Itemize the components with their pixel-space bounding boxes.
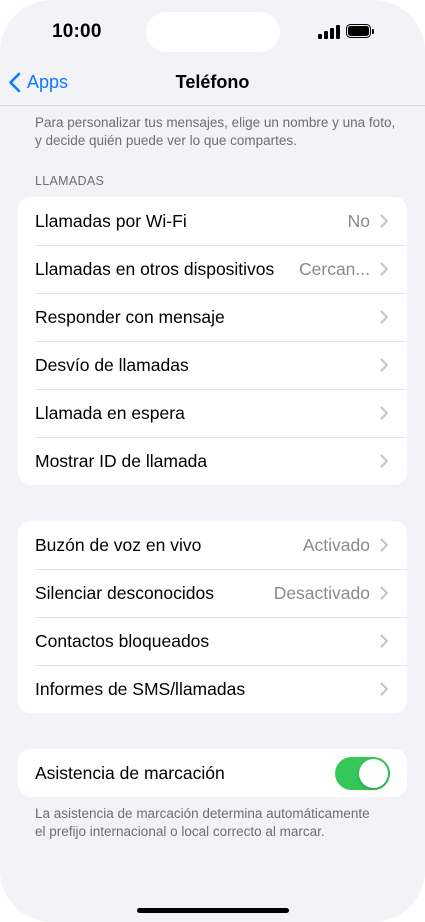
cellular-signal-icon — [318, 25, 340, 39]
row-blocked-contacts[interactable]: Contactos bloqueados — [18, 617, 407, 665]
row-live-voicemail[interactable]: Buzón de voz en vivo Activado — [18, 521, 407, 569]
dynamic-island — [146, 12, 280, 52]
battery-icon — [346, 24, 376, 40]
row-value: Desactivado — [273, 583, 370, 603]
row-label: Responder con mensaje — [35, 307, 225, 327]
row-sms-call-reports[interactable]: Informes de SMS/llamadas — [18, 665, 407, 713]
dial-assist-group: Asistencia de marcación — [18, 749, 407, 797]
row-call-waiting[interactable]: Llamada en espera — [18, 389, 407, 437]
navigation-bar: Apps Teléfono — [0, 62, 425, 106]
row-silence-unknown[interactable]: Silenciar desconocidos Desactivado — [18, 569, 407, 617]
voicemail-settings-group: Buzón de voz en vivo Activado Silenciar … — [18, 521, 407, 713]
row-label: Silenciar desconocidos — [35, 583, 214, 603]
row-label: Llamadas en otros dispositivos — [35, 259, 275, 279]
intro-description: Para personalizar tus mensajes, elige un… — [35, 115, 396, 148]
row-label: Asistencia de marcación — [35, 763, 225, 783]
chevron-right-icon — [380, 406, 388, 420]
row-label: Buzón de voz en vivo — [35, 535, 202, 555]
status-time: 10:00 — [52, 21, 102, 42]
row-wifi-calling[interactable]: Llamadas por Wi-Fi No — [18, 197, 407, 245]
row-call-forwarding[interactable]: Desvío de llamadas — [18, 341, 407, 389]
row-label: Llamada en espera — [35, 403, 185, 423]
chevron-right-icon — [380, 310, 388, 324]
row-label: Mostrar ID de llamada — [35, 451, 208, 471]
row-label: Contactos bloqueados — [35, 631, 210, 651]
row-value: No — [347, 211, 370, 231]
row-value: Activado — [302, 535, 370, 555]
row-label: Desvío de llamadas — [35, 355, 189, 375]
row-value: Cercan... — [299, 259, 370, 279]
home-indicator[interactable] — [137, 908, 289, 913]
calls-settings-group: Llamadas por Wi-Fi No Llamadas en otros … — [18, 197, 407, 485]
status-bar: 10:00 — [0, 0, 425, 62]
toggle-knob — [359, 759, 388, 788]
row-calls-other-devices[interactable]: Llamadas en otros dispositivos Cercan... — [18, 245, 407, 293]
chevron-right-icon — [380, 586, 388, 600]
row-respond-with-message[interactable]: Responder con mensaje — [18, 293, 407, 341]
row-label: Llamadas por Wi-Fi — [35, 211, 187, 231]
chevron-right-icon — [380, 214, 388, 228]
chevron-right-icon — [380, 454, 388, 468]
row-dial-assist: Asistencia de marcación — [18, 749, 407, 797]
section-header-calls: LLAMADAS — [35, 174, 105, 188]
row-show-caller-id[interactable]: Mostrar ID de llamada — [18, 437, 407, 485]
chevron-right-icon — [380, 634, 388, 648]
chevron-right-icon — [380, 538, 388, 552]
dial-assist-toggle[interactable] — [335, 757, 390, 790]
page-title: Teléfono — [175, 72, 250, 92]
chevron-right-icon — [380, 358, 388, 372]
dial-assist-description: La asistencia de marcación determina aut… — [35, 806, 370, 839]
chevron-right-icon — [380, 262, 388, 276]
row-label: Informes de SMS/llamadas — [35, 679, 246, 699]
phone-screen: 10:00 Apps Teléfono Para personalizar tu… — [0, 0, 425, 922]
chevron-right-icon — [380, 682, 388, 696]
